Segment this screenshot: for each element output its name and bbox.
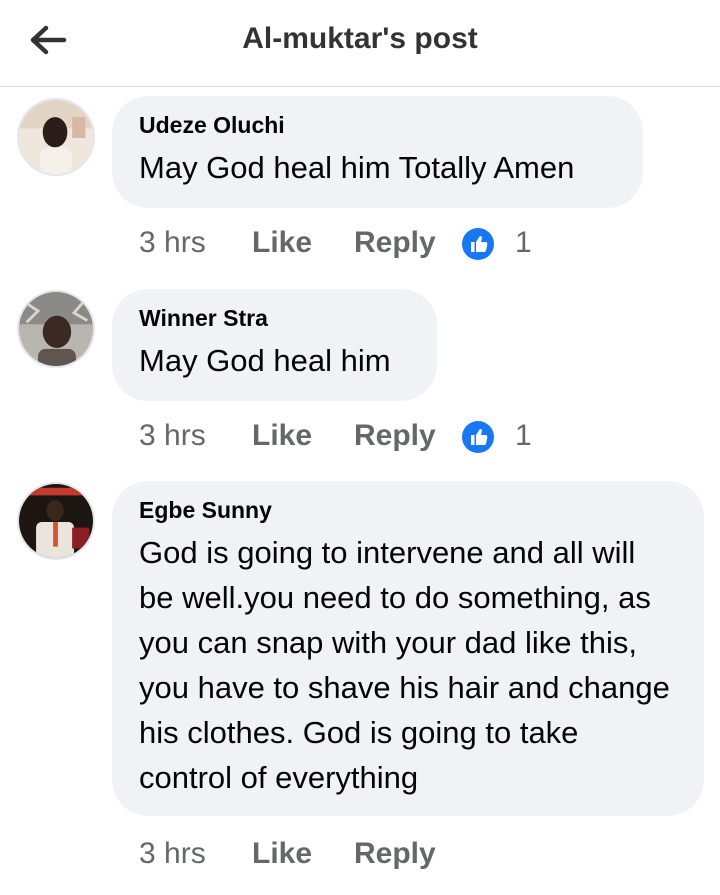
comment-timestamp[interactable]: 3 hrs <box>139 226 206 260</box>
avatar-egbe-sunny[interactable] <box>17 482 95 560</box>
comment-bubble: Egbe Sunny God is going to intervene and… <box>112 481 704 816</box>
comment-text: May God heal him <box>139 343 391 378</box>
avatar-udeze-oluchi[interactable] <box>17 98 95 176</box>
like-button[interactable]: Like <box>252 419 312 453</box>
like-button[interactable]: Like <box>252 226 312 260</box>
comment-text: May God heal him Totally Amen <box>139 150 575 185</box>
thumbs-up-icon[interactable] <box>462 228 494 260</box>
comment-author[interactable]: Egbe Sunny <box>139 497 676 524</box>
comment-timestamp[interactable]: 3 hrs <box>139 419 206 453</box>
comment-bubble: Winner Stra May God heal him <box>112 289 437 401</box>
post-header: Al-muktar's post <box>0 0 720 87</box>
thumbs-up-icon[interactable] <box>462 421 494 453</box>
reaction-count[interactable]: 1 <box>515 419 532 453</box>
reply-button[interactable]: Reply <box>354 226 436 260</box>
avatar-winner-stra[interactable] <box>17 290 95 368</box>
like-button[interactable]: Like <box>252 837 312 871</box>
reaction-count[interactable]: 1 <box>515 226 532 260</box>
comment-bubble: Udeze Oluchi May God heal him Totally Am… <box>112 96 643 208</box>
reply-button[interactable]: Reply <box>354 837 436 871</box>
comment-timestamp[interactable]: 3 hrs <box>139 837 206 871</box>
reply-button[interactable]: Reply <box>354 419 436 453</box>
comment-author[interactable]: Udeze Oluchi <box>139 112 615 139</box>
page-title: Al-muktar's post <box>242 22 478 55</box>
comment-text: God is going to intervene and all will b… <box>139 535 670 795</box>
comment-author[interactable]: Winner Stra <box>139 305 409 332</box>
